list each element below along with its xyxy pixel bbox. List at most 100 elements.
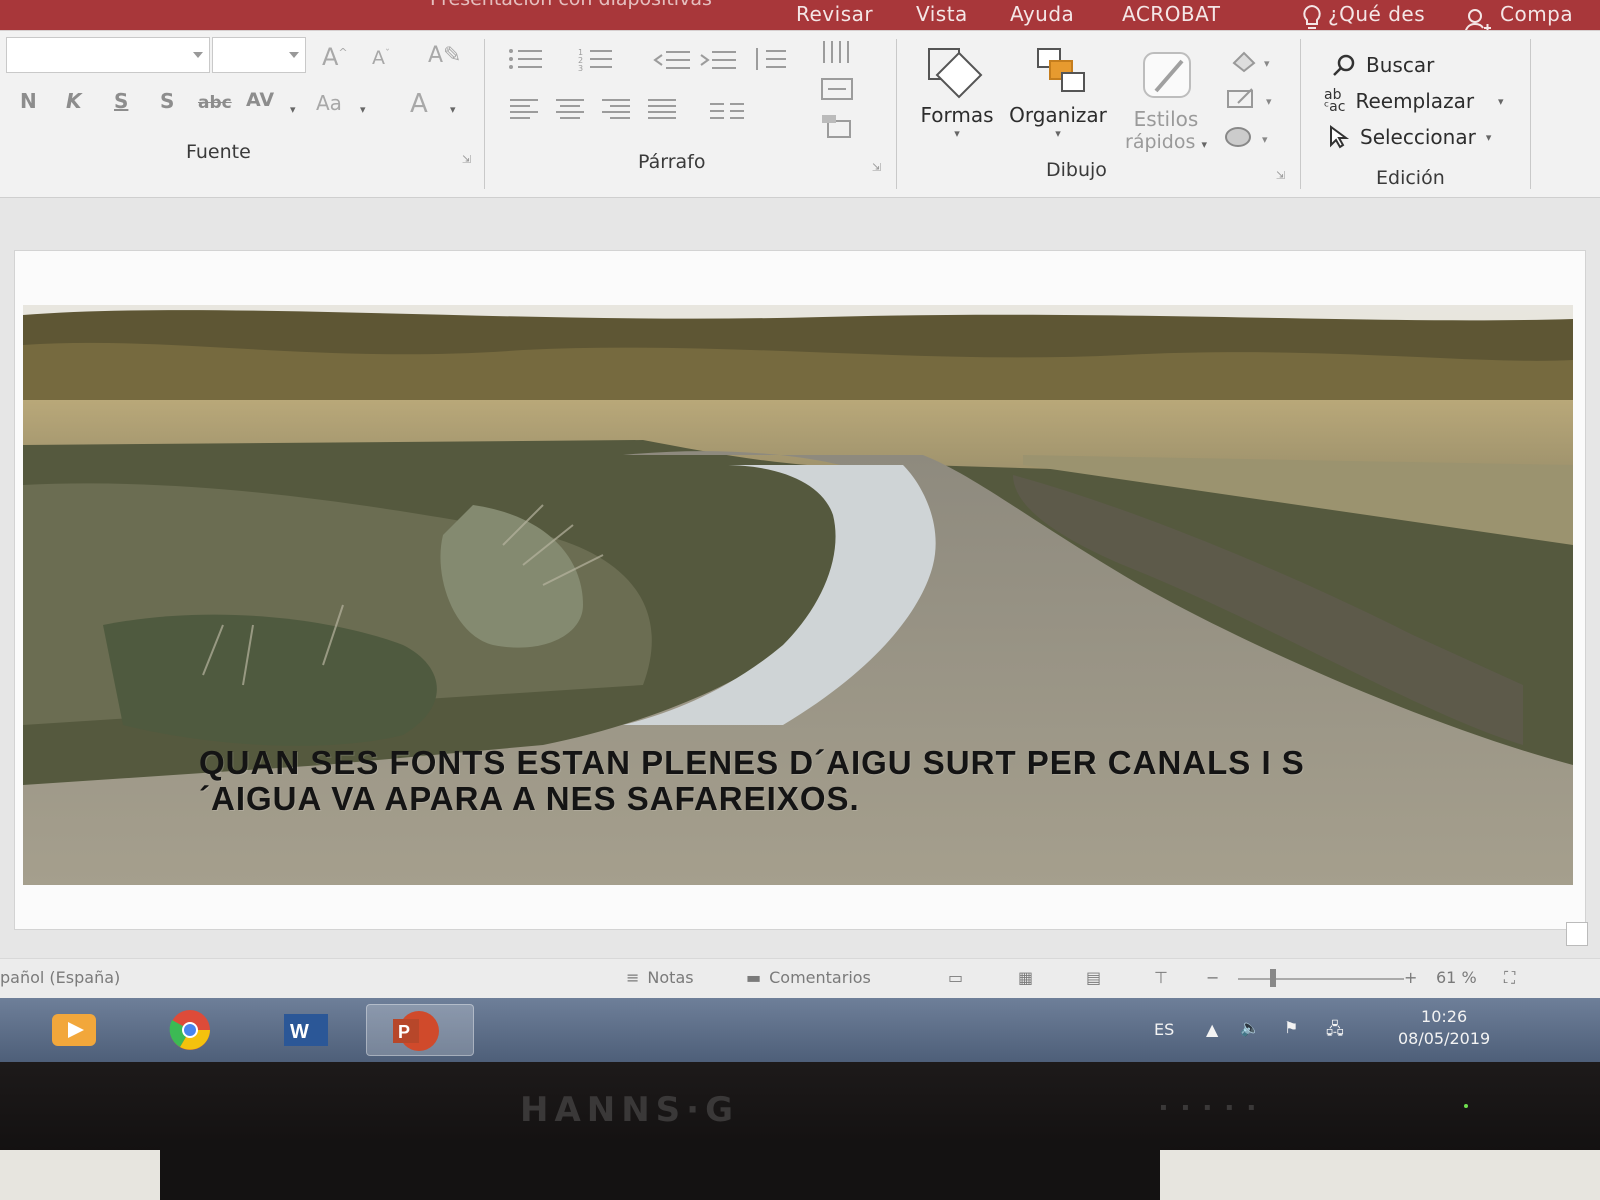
chevron-down-icon: ▾ [360,103,366,116]
zoom-in-icon[interactable]: + [1404,968,1417,987]
smartart-icon[interactable] [820,113,856,139]
align-text-icon[interactable] [820,77,856,103]
tab-acrobat[interactable]: ACROBAT [1122,2,1221,26]
tab-vista[interactable]: Vista [916,2,968,26]
search-icon [1333,54,1355,76]
strikethrough-button[interactable]: abc [198,93,232,113]
power-led [1464,1104,1468,1108]
status-bar: pañol (España) ≡ Notas ▬ Comentarios ▭ ▦… [0,958,1600,998]
dialog-launcher-icon[interactable]: ⇲ [872,161,881,174]
powerpoint-icon[interactable]: P [366,1004,474,1056]
increase-indent-icon[interactable] [698,49,738,71]
font-color-button[interactable]: A [410,89,428,119]
share-label[interactable]: Compa [1500,2,1573,26]
vertical-scrollbar[interactable] [1566,668,1588,946]
divider [1530,39,1531,189]
line-spacing-icon[interactable] [752,45,792,73]
group-label-edicion: Edición [1376,167,1445,189]
bold-button[interactable]: N [20,89,37,113]
input-language[interactable]: ES [1154,1020,1174,1039]
fit-slide-icon[interactable]: ⛶ [1504,968,1515,988]
replace-button[interactable]: ab ᶜac Reemplazar ▾ [1324,88,1504,114]
grow-font-icon[interactable]: A^ [322,43,348,71]
divider [484,39,485,189]
language-status[interactable]: pañol (España) [0,968,120,987]
svg-text:▾: ▾ [1262,133,1268,146]
arrange-button[interactable]: Organizar ▾ [1006,43,1110,140]
columns-icon[interactable] [708,101,748,121]
bullets-icon[interactable] [508,47,552,71]
word-icon[interactable]: W [268,1004,340,1056]
tell-me-search[interactable]: ¿Qué des [1328,2,1425,26]
shape-effects-icon[interactable]: ▾ [1222,123,1276,149]
shrink-font-icon[interactable]: Aˇ [372,47,390,69]
volume-icon[interactable]: 🔈 [1240,1018,1260,1037]
text-shadow-button[interactable]: S [160,89,174,113]
justify-icon[interactable] [646,97,678,119]
chevron-down-icon: ▾ [1201,138,1207,151]
clear-format-icon[interactable]: A✎ [428,43,461,68]
underline-button[interactable]: S [114,89,128,113]
monitor-buttons[interactable]: ▪ ▪ ▪ ▪ ▪ [1160,1102,1261,1113]
decrease-indent-icon[interactable] [652,49,692,71]
clock[interactable]: 10:26 08/05/2019 [1398,1006,1490,1050]
quick-styles-button[interactable]: Estilos rápidos ▾ [1114,47,1218,153]
shapes-icon [928,48,983,99]
svg-text:W: W [290,1021,309,1043]
slide-sorter-icon[interactable]: ▦ [1018,968,1033,987]
network-icon[interactable]: 🖧 [1326,1018,1344,1045]
reading-view-icon[interactable]: ▤ [1086,968,1101,987]
group-label-fuente: Fuente [186,141,251,163]
zoom-level[interactable]: 61 % [1436,968,1477,987]
italic-button[interactable]: K [66,89,82,113]
comments-button[interactable]: ▬ Comentarios [746,968,871,987]
change-case-button[interactable]: Aa [316,91,342,115]
shape-outline-icon[interactable]: ▾ [1226,85,1276,111]
chrome-icon[interactable] [154,1004,226,1056]
notes-button[interactable]: ≡ Notas [626,968,694,987]
tab-ayuda[interactable]: Ayuda [1010,2,1074,26]
shapes-button[interactable]: Formas ▾ [912,43,1002,140]
align-right-icon[interactable] [600,97,632,119]
slide-text-box[interactable]: QUAN SES FONTS ESTAN PLENES D´AIGU SURT … [199,745,1379,817]
window-title: Presentación con diapositivas [430,0,712,10]
zoom-out-icon[interactable]: − [1206,968,1219,987]
normal-view-icon[interactable]: ▭ [948,968,963,987]
slide-editing-area[interactable]: QUAN SES FONTS ESTAN PLENES D´AIGU SURT … [0,198,1600,958]
slide[interactable]: QUAN SES FONTS ESTAN PLENES D´AIGU SURT … [14,250,1586,930]
zoom-slider[interactable] [1238,978,1404,980]
ribbon: A^ Aˇ A✎ N K S S abc AV ▾ Aa ▾ A ▾ Fuent… [0,30,1600,198]
chevron-down-icon: ▾ [290,103,296,116]
group-label-dibujo: Dibujo [1046,159,1107,181]
scroll-thumb[interactable] [1566,922,1588,946]
chevron-up-icon[interactable]: ▲ [1206,1020,1218,1039]
media-player-icon[interactable] [38,1004,110,1056]
arrange-icon [1037,48,1085,92]
select-button[interactable]: Seleccionar ▾ [1328,125,1491,149]
dialog-launcher-icon[interactable]: ⇲ [1276,169,1285,182]
notes-icon: ≡ [626,968,640,987]
char-spacing-button[interactable]: AV [246,89,274,111]
divider [896,39,897,189]
shape-fill-icon[interactable]: ▾ [1228,49,1278,75]
font-name-combo[interactable] [6,37,210,73]
text-direction-icon[interactable] [820,39,856,67]
dialog-launcher-icon[interactable]: ⇲ [462,153,471,166]
flag-icon[interactable]: ⚑ [1284,1018,1298,1037]
divider [1300,39,1301,189]
monitor-screen: Presentación con diapositivas Revisar Vi… [0,0,1600,1062]
monitor-brand-logo: HANNS·G [520,1090,739,1130]
align-left-icon[interactable] [508,97,540,119]
align-center-icon[interactable] [554,97,586,119]
numbering-icon[interactable]: 123 [578,47,622,71]
slideshow-icon[interactable]: ⊤ [1154,968,1168,987]
font-size-combo[interactable] [212,37,306,73]
chevron-down-icon: ▾ [954,127,960,140]
zoom-slider-thumb[interactable] [1270,969,1276,987]
find-button[interactable]: Buscar [1332,53,1434,77]
monitor-stand [160,1140,1160,1200]
tab-revisar[interactable]: Revisar [796,2,873,26]
svg-text:P: P [398,1022,410,1042]
group-label-parrafo: Párrafo [638,151,706,173]
svg-text:▾: ▾ [1264,57,1270,70]
